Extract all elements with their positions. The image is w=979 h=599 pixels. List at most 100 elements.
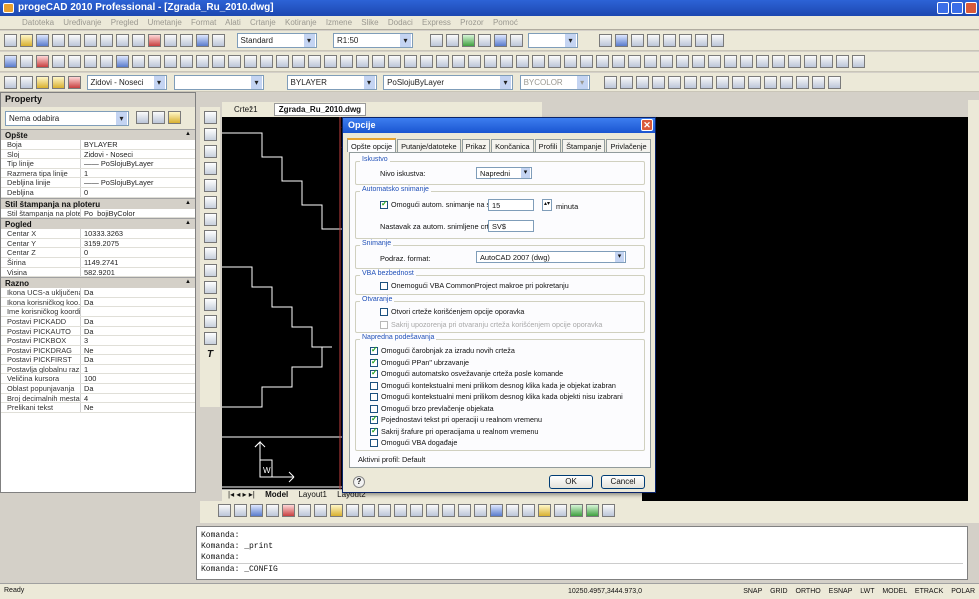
property-row[interactable]: Razmera tipa linije 1 [1,168,195,179]
donut-tool-icon[interactable] [203,213,217,226]
break-icon[interactable] [420,55,433,68]
property-value[interactable]: Po_bojiByColor [81,209,195,217]
hatch-tool-icon[interactable] [203,298,217,311]
property-value[interactable]: Ne [81,346,195,354]
autosave-minutes-input[interactable]: 15 [488,199,534,211]
ok-button[interactable]: OK [549,475,593,489]
ucs-zaxis-icon[interactable] [636,76,650,89]
property-value[interactable]: —— PoSlojuByLayer [81,178,195,187]
lights-icon[interactable] [250,504,263,517]
union-icon[interactable] [426,504,439,517]
snap-settings-icon[interactable] [852,55,865,68]
property-value[interactable]: Da [81,288,195,296]
menu-item-window[interactable]: Prozor [460,18,484,27]
menu-item-dimension[interactable]: Kotiranje [285,18,317,27]
doc-tab-drawing1[interactable]: Crtež1 [230,104,262,115]
block-tool-icon[interactable] [203,315,217,328]
box-icon[interactable] [474,504,487,517]
leader-icon[interactable] [580,55,593,68]
background-icon[interactable] [298,504,311,517]
match-properties-icon[interactable] [148,34,161,47]
polyline-tool-icon[interactable] [203,145,217,158]
property-row[interactable]: Sloj Zidovi - Noseci [1,149,195,160]
arc-tool-icon[interactable] [203,179,217,192]
property-value[interactable]: Da [81,298,195,306]
sphere-icon[interactable] [490,504,503,517]
zoom-icon[interactable] [180,34,193,47]
point-icon[interactable] [164,55,177,68]
snap-quadrant-icon[interactable] [724,55,737,68]
text-style-combo[interactable]: Standard [236,33,317,48]
menu-item-express[interactable]: Express [422,18,451,27]
experience-level-dropdown[interactable]: Napredni [476,167,532,179]
property-value[interactable]: 3159.2075 [81,239,195,247]
layer-states-icon[interactable] [20,76,33,89]
revolve-icon[interactable] [362,504,375,517]
tab-layout1[interactable]: Layout1 [298,490,326,499]
tab-nav-first[interactable]: |◂ ◂ ▸ ▸| [228,490,255,499]
snap-toggle[interactable]: SNAP [743,588,762,595]
interfere-icon[interactable] [410,504,423,517]
dim-aligned-icon[interactable] [500,55,513,68]
text-tool-icon[interactable]: T [203,349,217,362]
dim-baseline-icon[interactable] [548,55,561,68]
zoom-window-icon[interactable] [196,34,209,47]
copy-icon[interactable] [84,34,97,47]
design-center-icon[interactable] [509,34,523,47]
property-row[interactable]: Boja BYLAYER [1,140,195,150]
property-row[interactable]: Debljina 0 [1,187,195,198]
spline-tool-icon[interactable] [203,230,217,243]
layer-manager-icon[interactable] [493,34,507,47]
table-icon[interactable] [212,55,225,68]
shade-icon[interactable] [614,34,628,47]
advanced-option-checkbox[interactable]: Omogući čarobnjak za izradu novih crteža [370,345,515,356]
point-tool-icon[interactable] [203,281,217,294]
cancel-button[interactable]: Cancel [601,475,645,489]
property-row[interactable]: Postavi PICKBOX 3 [1,336,195,346]
color-combo[interactable]: BYLAYER [286,75,377,90]
line-icon[interactable] [4,55,17,68]
property-value[interactable]: Da [81,327,195,335]
ucs-3point-icon[interactable] [652,76,666,89]
ortho-toggle[interactable]: ORTHO [796,588,821,595]
pan-icon[interactable] [164,34,177,47]
property-value[interactable]: 1 [81,169,195,177]
cone-icon[interactable] [522,504,535,517]
snap-node-icon[interactable] [708,55,721,68]
dim-continue-icon[interactable] [564,55,577,68]
property-value[interactable]: 0 [81,248,195,257]
ucs-named-icon[interactable] [780,76,794,89]
tab-general-options[interactable]: Opšte opcije [347,138,397,152]
open-recovery-checkbox[interactable]: Otvori crteže korišćenjem opcije oporavk… [380,307,524,317]
render-settings-icon[interactable] [282,504,295,517]
layer-on-icon[interactable] [36,76,49,89]
menu-item-format[interactable]: Format [191,18,216,27]
polar-toggle[interactable]: POLAR [951,588,975,595]
chamfer-icon[interactable] [436,55,449,68]
extrude-icon[interactable] [346,504,359,517]
ucs-x-icon[interactable] [716,76,730,89]
arc-icon[interactable] [84,55,97,68]
rotate-icon[interactable] [340,55,353,68]
pickadd-toggle-icon[interactable] [167,111,181,124]
wedge-icon[interactable] [538,504,551,517]
close-button[interactable] [965,2,977,14]
property-value[interactable] [81,307,195,316]
menu-item-tools[interactable]: Alati [225,18,241,27]
property-section-header[interactable]: Razno [1,277,195,289]
property-row[interactable]: Oblast popunjavanja Da [1,384,195,394]
tab-printing[interactable]: Štampanje [562,139,606,152]
advanced-option-checkbox[interactable]: Omogući brzo prevlačenje objekata [370,404,494,413]
menu-item-file[interactable]: Datoteka [22,18,54,27]
property-row[interactable]: Ime korisničkog koordi... [1,307,195,317]
fillet-icon[interactable] [452,55,465,68]
property-value[interactable]: BYLAYER [81,140,195,148]
snap-none-icon[interactable] [836,55,849,68]
open-file-icon[interactable] [20,34,33,47]
extend-icon[interactable] [404,55,417,68]
ellipse-icon[interactable] [132,55,145,68]
property-row[interactable]: Centar X 10333.3263 [1,229,195,239]
property-section-header[interactable]: Stil štampanja na ploteru [1,197,195,209]
autosave-extension-input[interactable]: SV$ [488,220,534,232]
tab-crosshair[interactable]: Končanica [491,139,534,152]
